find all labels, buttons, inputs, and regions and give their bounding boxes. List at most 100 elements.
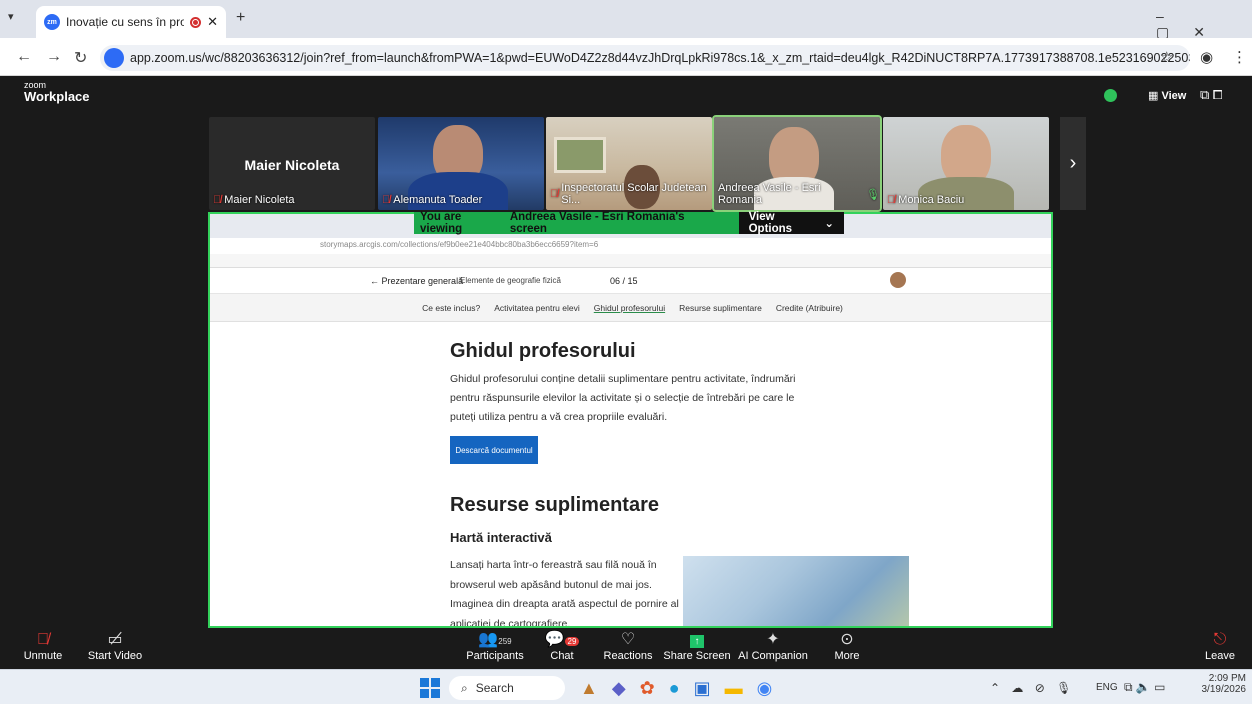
windows-start-icon[interactable] (420, 678, 440, 698)
leave-label: Leave (1205, 650, 1235, 662)
share-banner-prefix: You are viewing (420, 211, 463, 235)
clock-date: 3/19/2026 (1201, 684, 1247, 695)
story-tab[interactable]: Activitatea pentru elevi (494, 303, 580, 313)
more-button[interactable]: ⊙ More (812, 630, 882, 662)
heart-icon: ♡ (620, 631, 636, 648)
participant-big-name: Maier Nicoleta (244, 157, 340, 173)
participant-tile[interactable]: 🎙̸ Inspectoratul Scolar Judetean Si... (546, 117, 712, 210)
forward-icon[interactable]: → (46, 48, 62, 66)
view-label: View (1161, 90, 1187, 102)
unmute-label: Unmute (23, 650, 63, 662)
leave-button[interactable]: ⎋ Leave (1185, 630, 1252, 662)
share-screen-icon: ↑ (690, 630, 704, 650)
muted-mic-icon: 🎙̸ (550, 188, 559, 200)
shared-screen: storymaps.arcgis.com/collections/ef9b0ee… (208, 212, 1053, 628)
teams-icon[interactable]: ◆ (612, 678, 626, 699)
site-info-icon[interactable] (104, 48, 124, 68)
edge-icon[interactable]: ● (669, 678, 680, 699)
story-tab-active[interactable]: Ghidul profesorului (594, 303, 665, 313)
muted-mic-icon: 🎙̸ (382, 194, 391, 206)
menu-icon[interactable]: ⋮ (1232, 48, 1247, 66)
start-video-button[interactable]: ▭̸ Start Video (80, 630, 150, 662)
avatar (890, 272, 906, 288)
taskbar-apps: ▲ ◆ ✿ ● ▣ ▬ ◉ (580, 678, 772, 699)
unmute-button[interactable]: 🎙̸ Unmute (8, 630, 78, 662)
ai-companion-button[interactable]: ✦ AI Companion (738, 630, 808, 662)
page-counter: 06 / 15 (610, 276, 638, 286)
new-tab-icon[interactable]: + (236, 9, 245, 27)
story-back-link[interactable]: ← Prezentare generală (370, 276, 463, 286)
chevron-right-icon: › (1069, 152, 1077, 174)
tab-title: Inovație cu sens în procesul (66, 15, 185, 29)
participant-tile[interactable]: 🎙̸ Monica Baciu (883, 117, 1049, 210)
tab-list-icon[interactable]: ▾ (8, 10, 14, 23)
taskbar-search-label: Search (475, 681, 514, 695)
clock-time: 2:09 PM (1208, 673, 1246, 684)
chat-button[interactable]: 💬 29 Chat (527, 630, 597, 662)
sparkle-icon: ✦ (766, 631, 780, 648)
story-tab[interactable]: Resurse suplimentare (679, 303, 762, 313)
recording-icon (190, 16, 202, 28)
participant-name: Maier Nicoleta (224, 194, 295, 206)
story-back-label: Prezentare generală (381, 276, 464, 286)
copilot-icon[interactable]: ✿ (640, 678, 655, 699)
start-video-label: Start Video (87, 650, 143, 662)
muted-mic-icon: 🎙̸ (37, 631, 49, 648)
file-explorer-icon[interactable]: ▬ (725, 678, 743, 699)
browser-tab[interactable]: zm Inovație cu sens în procesul ✕ (36, 6, 226, 38)
pip-icon[interactable]: ⧉ ⧠ (1200, 87, 1222, 103)
participant-name: Alemanuta Toader (393, 194, 483, 206)
map-preview (683, 556, 909, 626)
view-options-button[interactable]: View Options ⌄ (738, 211, 844, 235)
more-label: More (834, 650, 860, 662)
share-screen-label: Share Screen (663, 650, 731, 662)
participants-label: Participants (466, 650, 524, 662)
reload-icon[interactable]: ↻ (74, 48, 87, 68)
zoom-favicon-icon: zm (44, 14, 60, 30)
back-icon[interactable]: ← (16, 48, 32, 66)
encryption-shield-icon[interactable] (1104, 89, 1117, 102)
search-icon: ⌕ (461, 680, 468, 695)
store-icon[interactable]: ▣ (694, 678, 711, 699)
participants-icon: 👥259 (478, 631, 512, 648)
profile-icon[interactable]: ◉ (1200, 48, 1213, 66)
participant-tile-active[interactable]: Andreea Vasile - Esri Romania 🎙 (712, 115, 882, 212)
network-volume-battery-icons[interactable]: ⧉ 🔈 ▭ (1124, 680, 1166, 695)
widgets-icon[interactable]: ▲ (580, 678, 598, 699)
clock[interactable]: 2:09 PM 3/19/2026 (1196, 673, 1247, 695)
participant-name: Andreea Vasile - Esri Romania (718, 182, 821, 206)
participants-button[interactable]: 👥259 Participants (460, 630, 530, 662)
taskbar-search[interactable]: ⌕ Search (449, 676, 565, 700)
reactions-label: Reactions (603, 650, 653, 662)
brand-big: Workplace (24, 89, 90, 104)
wall-picture (554, 137, 606, 173)
chat-label: Chat (550, 650, 574, 662)
bookmark-star-icon[interactable]: ☆ (1160, 48, 1173, 66)
muted-mic-icon: 🎙̸ (887, 194, 896, 206)
leave-icon: ⎋ (1213, 631, 1227, 648)
chrome-icon[interactable]: ◉ (757, 678, 773, 699)
share-banner-name: Andreea Vasile - Esri Romania's screen (509, 211, 685, 235)
participant-tile[interactable]: Maier Nicoleta 🎙̸ Maier Nicoleta (209, 117, 375, 210)
window-controls[interactable]: –▢✕ (1156, 8, 1252, 41)
reactions-button[interactable]: ♡ Reactions (593, 630, 663, 662)
map-paragraph: Lansați harta într-o fereastră sau filă … (450, 559, 679, 628)
view-options-label: View Options (748, 211, 793, 235)
share-banner: You are viewing Andreea Vasile - Esri Ro… (414, 211, 844, 235)
participant-name: Monica Baciu (898, 194, 965, 206)
system-tray-icons[interactable]: ⌃ ☁ ⊘ 🎙 (990, 681, 1075, 695)
download-button[interactable]: Descarcă documentul (450, 436, 538, 464)
chevron-down-icon: ⌄ (824, 218, 834, 230)
share-screen-button[interactable]: ↑ Share Screen (662, 630, 732, 662)
close-tab-icon[interactable]: ✕ (207, 14, 218, 30)
story-tab[interactable]: Credite (Atribuire) (776, 303, 843, 313)
language-indicator[interactable]: ENG (1096, 682, 1118, 693)
next-participants-button[interactable]: › (1060, 117, 1086, 210)
participants-count: 259 (498, 637, 512, 646)
participant-tile[interactable]: 🎙̸ Alemanuta Toader (378, 117, 544, 210)
story-tabs: Ce este inclus? Activitatea pentru elevi… (210, 294, 1051, 322)
ai-companion-label: AI Companion (738, 650, 808, 662)
story-tab[interactable]: Ce este inclus? (422, 303, 480, 313)
url-field[interactable]: app.zoom.us/wc/88203636312/join?ref_from… (100, 45, 1190, 71)
view-button[interactable]: ▦ View (1148, 89, 1186, 102)
